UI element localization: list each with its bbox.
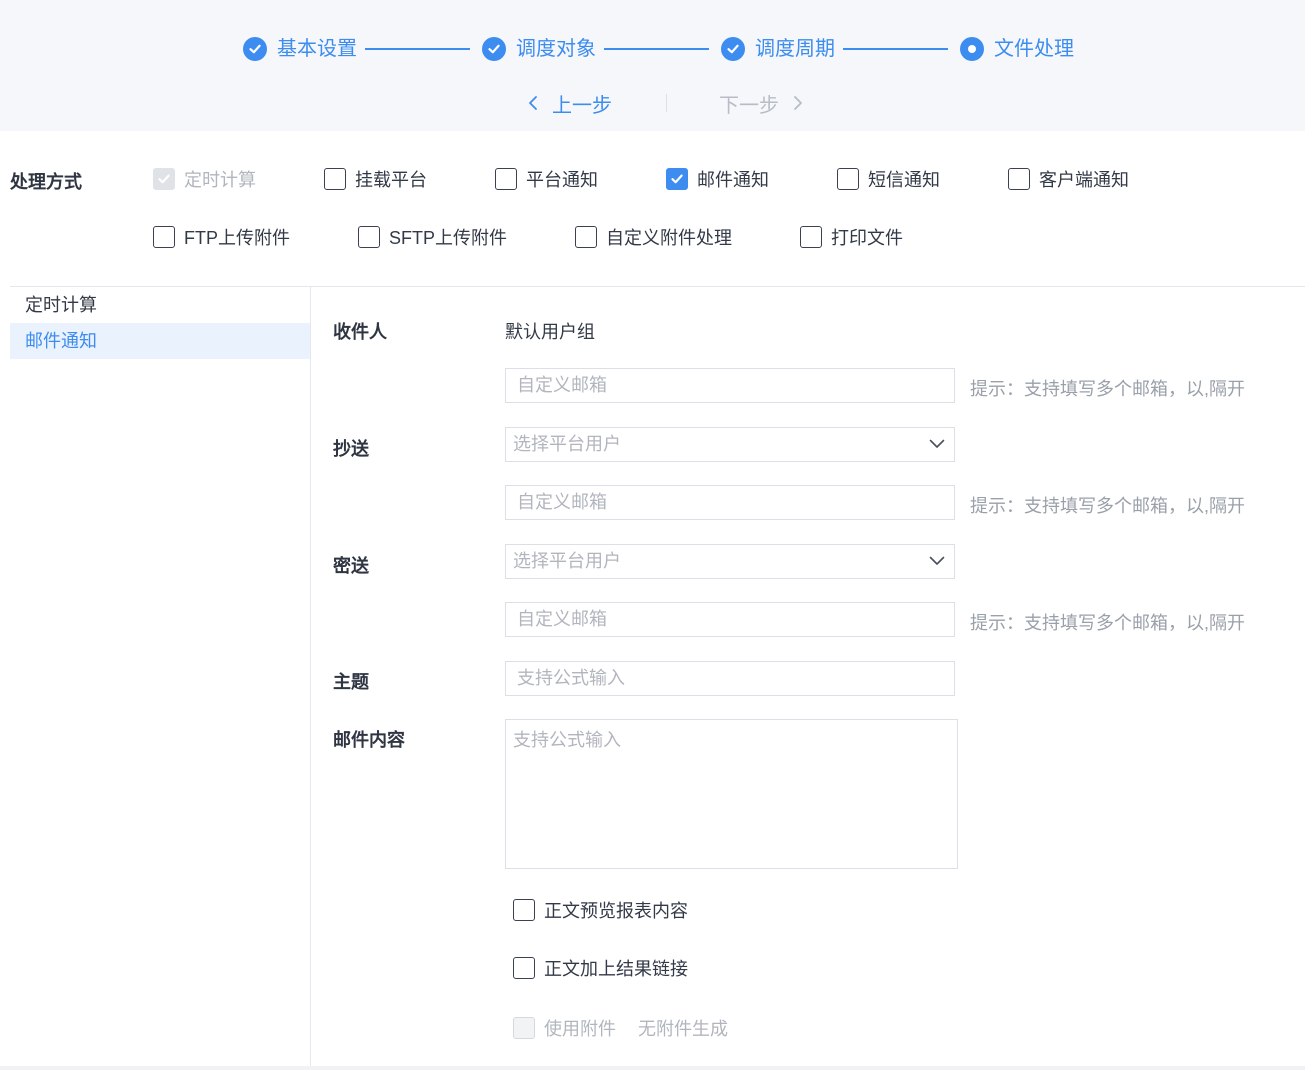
method-list-item-scheduled-calc[interactable]: 定时计算 — [10, 287, 310, 323]
chevron-down-icon — [929, 556, 945, 565]
current-step-icon — [960, 37, 984, 61]
checkbox-icon — [324, 168, 346, 190]
checkbox-label: 邮件通知 — [697, 170, 769, 190]
step-connector — [843, 48, 948, 50]
step-schedule-period[interactable]: 调度周期 — [721, 35, 960, 63]
cc-select-placeholder: 选择平台用户 — [513, 434, 621, 454]
prev-step-button[interactable]: 上一步 — [528, 88, 612, 118]
step-label: 基本设置 — [277, 38, 357, 60]
step-label: 调度对象 — [516, 38, 596, 60]
recipient-label: 收件人 — [333, 322, 387, 342]
step-connector — [604, 48, 709, 50]
bottom-border — [0, 1066, 1305, 1070]
method-platform-notify-checkbox[interactable]: 平台通知 — [495, 166, 598, 192]
bcc-hint: 提示：支持填写多个邮箱，以,隔开 — [970, 613, 1245, 633]
checkbox-icon — [800, 226, 822, 248]
checkbox-label: 正文加上结果链接 — [544, 959, 688, 979]
check-circle-icon — [482, 37, 506, 61]
method-mount-platform-checkbox[interactable]: 挂载平台 — [324, 166, 427, 192]
checkbox-checked-icon — [666, 168, 688, 190]
checkbox-label: 使用附件 — [544, 1019, 616, 1039]
checkbox-icon — [358, 226, 380, 248]
check-circle-icon — [721, 37, 745, 61]
checkbox-label: SFTP上传附件 — [389, 228, 508, 248]
subject-label: 主题 — [333, 672, 369, 692]
checkbox-icon — [153, 226, 175, 248]
bcc-label: 密送 — [333, 556, 369, 576]
checkbox-icon — [495, 168, 517, 190]
step-connector — [365, 48, 470, 50]
step-schedule-target[interactable]: 调度对象 — [482, 35, 721, 63]
chevron-left-icon — [528, 95, 538, 111]
checkbox-label: FTP上传附件 — [184, 228, 290, 248]
checkbox-label: 正文预览报表内容 — [544, 901, 688, 921]
recipient-email-input[interactable]: 自定义邮箱 — [505, 368, 955, 403]
method-list-item-email-notify[interactable]: 邮件通知 — [10, 323, 310, 359]
checkbox-label: 打印文件 — [831, 228, 903, 248]
preview-report-content-checkbox[interactable]: 正文预览报表内容 — [513, 897, 688, 923]
step-label: 调度周期 — [755, 38, 835, 60]
method-custom-attachment-checkbox[interactable]: 自定义附件处理 — [575, 224, 732, 250]
checkbox-label: 客户端通知 — [1039, 170, 1129, 190]
checkbox-label: 定时计算 — [184, 170, 256, 190]
bcc-email-input[interactable]: 自定义邮箱 — [505, 602, 955, 637]
use-attachment-checkbox[interactable]: 使用附件 无附件生成 — [513, 1015, 728, 1041]
stepper: 基本设置 调度对象 调度周期 文件处理 — [243, 35, 1074, 63]
check-circle-icon — [243, 37, 267, 61]
next-step-button[interactable]: 下一步 — [719, 88, 803, 118]
chevron-right-icon — [793, 95, 803, 111]
checkbox-icon — [153, 168, 175, 190]
checkbox-label: 挂载平台 — [355, 170, 427, 190]
method-list: 定时计算 邮件通知 — [10, 287, 310, 1070]
bcc-user-select[interactable]: 选择平台用户 — [505, 544, 955, 579]
step-basic-settings[interactable]: 基本设置 — [243, 35, 482, 63]
add-result-link-checkbox[interactable]: 正文加上结果链接 — [513, 955, 688, 981]
default-user-group: 默认用户组 — [505, 322, 595, 342]
step-label: 文件处理 — [994, 38, 1074, 60]
checkbox-icon — [513, 899, 535, 921]
email-content-textarea[interactable]: 支持公式输入 — [505, 719, 958, 869]
cc-email-input[interactable]: 自定义邮箱 — [505, 485, 955, 520]
checkbox-icon — [1008, 168, 1030, 190]
recipient-hint: 提示：支持填写多个邮箱，以,隔开 — [970, 379, 1245, 399]
method-sms-notify-checkbox[interactable]: 短信通知 — [837, 166, 940, 192]
cc-label: 抄送 — [333, 439, 369, 459]
checkbox-icon — [513, 957, 535, 979]
method-client-notify-checkbox[interactable]: 客户端通知 — [1008, 166, 1129, 192]
checkbox-icon — [513, 1017, 535, 1039]
step-file-processing[interactable]: 文件处理 — [960, 35, 1074, 63]
method-email-notify-checkbox[interactable]: 邮件通知 — [666, 166, 769, 192]
checkbox-label: 自定义附件处理 — [606, 228, 732, 248]
checkbox-label: 短信通知 — [868, 170, 940, 190]
subject-input[interactable]: 支持公式输入 — [505, 661, 955, 696]
chevron-down-icon — [929, 439, 945, 448]
method-sftp-upload-checkbox[interactable]: SFTP上传附件 — [358, 224, 507, 250]
prev-step-label: 上一步 — [552, 94, 612, 117]
panel-divider — [310, 287, 311, 1070]
content-label: 邮件内容 — [333, 730, 405, 750]
method-print-file-checkbox[interactable]: 打印文件 — [800, 224, 903, 250]
cc-hint: 提示：支持填写多个邮箱，以,隔开 — [970, 496, 1245, 516]
bcc-select-placeholder: 选择平台用户 — [513, 551, 621, 571]
checkbox-label: 平台通知 — [526, 170, 598, 190]
checkbox-icon — [575, 226, 597, 248]
checkbox-icon — [837, 168, 859, 190]
method-ftp-upload-checkbox[interactable]: FTP上传附件 — [153, 224, 290, 250]
next-step-label: 下一步 — [719, 94, 779, 117]
cc-user-select[interactable]: 选择平台用户 — [505, 427, 955, 462]
no-attachment-note: 无附件生成 — [638, 1019, 728, 1039]
wizard-header: 基本设置 调度对象 调度周期 文件处理 上一步 下一步 — [0, 0, 1305, 131]
nav-divider — [666, 94, 667, 112]
method-scheduled-calc-checkbox[interactable]: 定时计算 — [153, 166, 256, 192]
processing-method-title: 处理方式 — [10, 172, 82, 192]
